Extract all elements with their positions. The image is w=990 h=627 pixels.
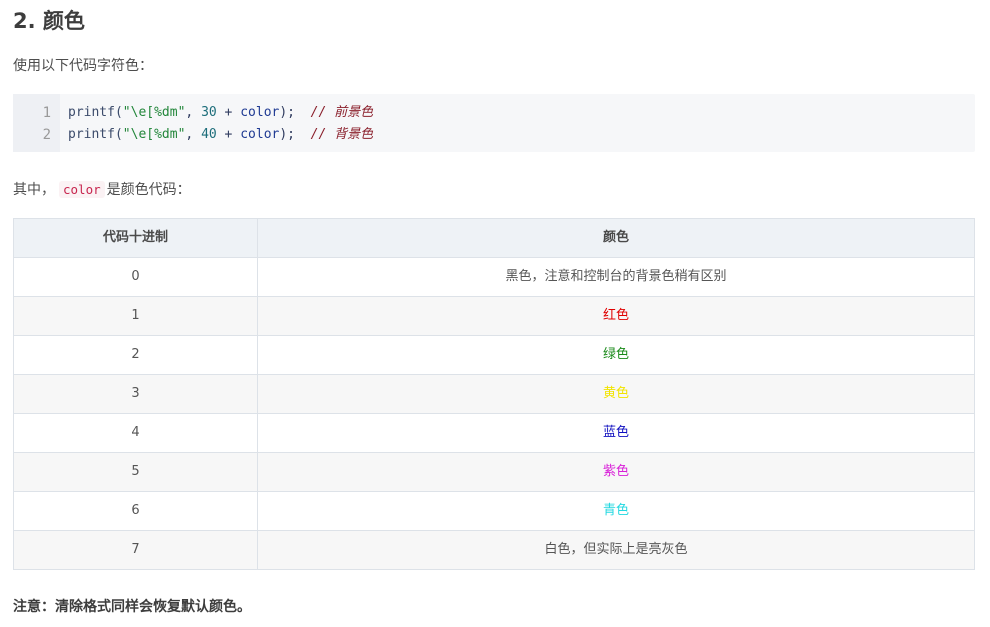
- inline-code-color: color: [59, 181, 105, 198]
- cell-code: 2: [13, 335, 258, 375]
- cell-color-label: 绿色: [257, 335, 975, 375]
- code-token-string: "\e[%dm": [122, 127, 186, 142]
- cell-code: 7: [13, 530, 258, 570]
- section-heading: 2. 颜色: [13, 9, 85, 33]
- description-text: 其中， color 是颜色代码：: [13, 180, 191, 200]
- table-header-row: 代码十进制 颜色: [13, 218, 975, 258]
- intro-text: 使用以下代码字符色：: [13, 58, 153, 74]
- header-color: 颜色: [257, 218, 975, 258]
- code-token-function: printf(: [68, 127, 123, 142]
- cell-code: 4: [13, 413, 258, 453]
- code-token-separator: ,: [185, 127, 202, 142]
- table-row: 5 紫色: [13, 452, 975, 492]
- table-row: 1 红色: [13, 296, 975, 336]
- description-suffix: 是颜色代码：: [106, 182, 191, 198]
- table-row: 6 青色: [13, 491, 975, 531]
- cell-color-label: 蓝色: [257, 413, 975, 453]
- line-number-gutter: 1 2: [13, 94, 60, 152]
- note-text: 注意：清除格式同样会恢复默认颜色。: [13, 599, 251, 615]
- cell-color-label: 红色: [257, 296, 975, 336]
- cell-code: 3: [13, 374, 258, 414]
- code-token-function: printf(: [68, 105, 123, 120]
- header-code: 代码十进制: [13, 218, 258, 258]
- cell-color-label: 黄色: [257, 374, 975, 414]
- cell-code: 5: [13, 452, 258, 492]
- code-token-operator: +: [216, 105, 241, 120]
- code-token-variable: color: [240, 105, 280, 120]
- cell-code: 0: [13, 257, 258, 297]
- cell-color-label: 青色: [257, 491, 975, 531]
- code-token-number: 30: [201, 105, 217, 120]
- code-token-operator: +: [216, 127, 241, 142]
- code-token-comment: // 背景色: [310, 127, 374, 142]
- code-line: printf("\e[%dm", 30 + color); // 前景色: [68, 102, 373, 124]
- table-row: 0 黑色，注意和控制台的背景色稍有区别: [13, 257, 975, 297]
- color-code-table: 代码十进制 颜色 0 黑色，注意和控制台的背景色稍有区别 1 红色 2 绿色 3 黄色 4 蓝色 5…: [13, 218, 975, 570]
- description-prefix: 其中，: [13, 182, 55, 198]
- cell-color-label: 紫色: [257, 452, 975, 492]
- cell-code: 6: [13, 491, 258, 531]
- table-row: 3 黄色: [13, 374, 975, 414]
- cell-color-label: 白色，但实际上是亮灰色: [257, 530, 975, 570]
- cell-code: 1: [13, 296, 258, 336]
- table-row: 4 蓝色: [13, 413, 975, 453]
- cell-color-label: 黑色，注意和控制台的背景色稍有区别: [257, 257, 975, 297]
- code-token-variable: color: [240, 127, 280, 142]
- line-number: 1: [42, 105, 51, 121]
- code-token-comment: // 前景色: [310, 105, 374, 120]
- code-token-separator: ,: [185, 105, 202, 120]
- table-row: 2 绿色: [13, 335, 975, 375]
- code-token-string: "\e[%dm": [122, 105, 186, 120]
- code-token-number: 40: [201, 127, 217, 142]
- code-token-end: );: [279, 127, 311, 142]
- table-row: 7 白色，但实际上是亮灰色: [13, 530, 975, 570]
- line-number: 2: [42, 127, 51, 143]
- code-token-end: );: [279, 105, 311, 120]
- code-line: printf("\e[%dm", 40 + color); // 背景色: [68, 124, 373, 146]
- code-block: 1 2 printf("\e[%dm", 30 + color); // 前景色…: [13, 94, 975, 152]
